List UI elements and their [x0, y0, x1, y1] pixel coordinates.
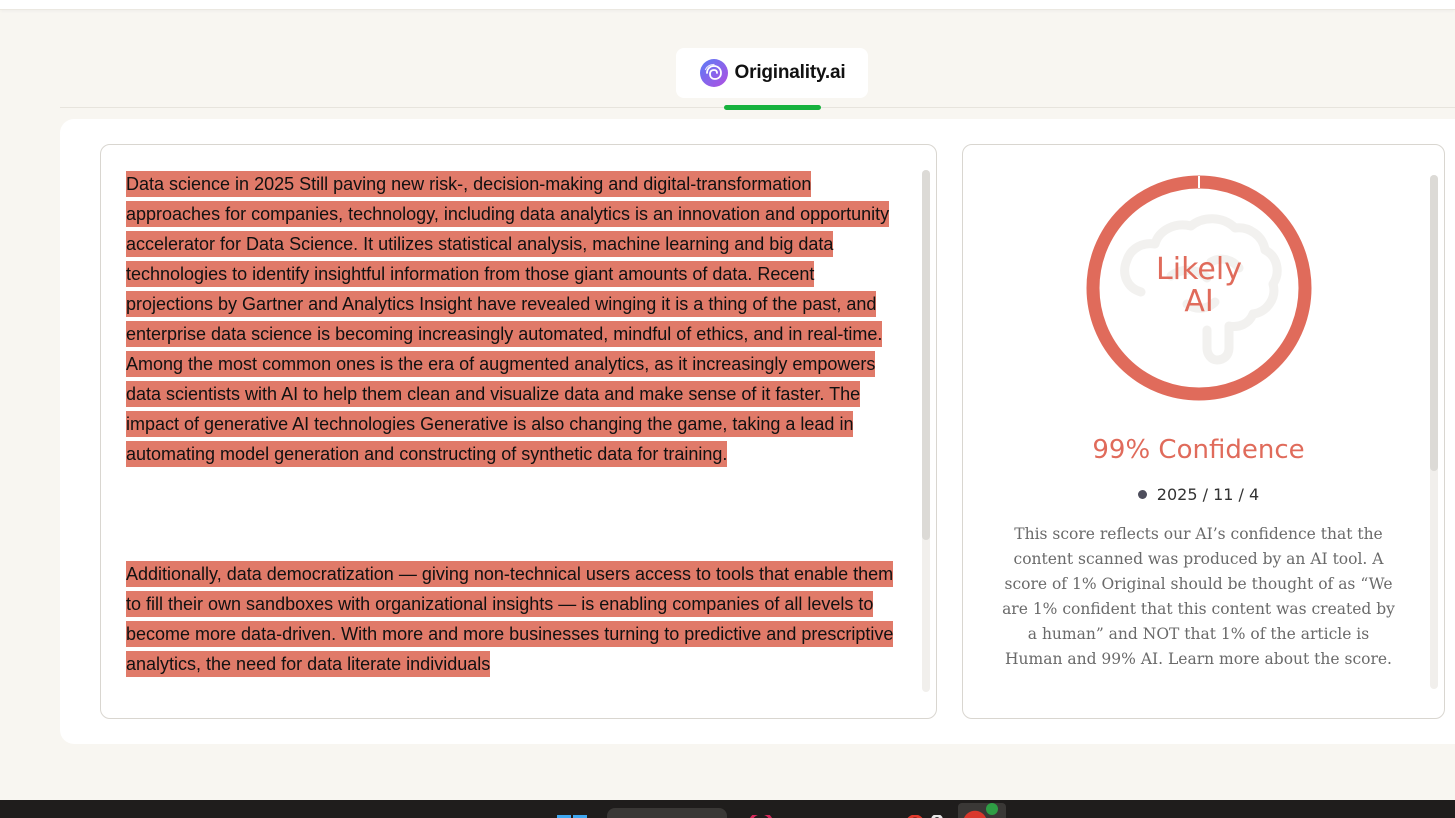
scanned-text-panel[interactable]: Data science in 2025 Still paving new ri… [100, 144, 937, 719]
active-app-icon[interactable] [958, 803, 1006, 818]
os-taskbar [0, 800, 1455, 818]
text-paragraph: Data science in 2025 Still paving new ri… [126, 169, 904, 469]
ai-highlight-paragraph-1: Data science in 2025 Still paving new ri… [126, 171, 890, 467]
result-panel: Likely AI 99% Confidence 2025 / 11 / 4 T… [962, 144, 1445, 719]
verdict-line-1: Likely [1156, 252, 1242, 287]
scan-date-row: 2025 / 11 / 4 [963, 485, 1434, 504]
result-scrollbar[interactable] [1430, 175, 1438, 689]
date-dot-icon [1137, 490, 1147, 499]
result-scrollbar-thumb[interactable] [1430, 175, 1438, 471]
browser-app-icon[interactable] [748, 809, 774, 818]
taskbar-search-box[interactable] [607, 808, 727, 818]
detector-tab-originality[interactable]: Originality.ai [676, 48, 868, 98]
text-scrollbar-thumb[interactable] [922, 170, 930, 540]
active-tab-indicator [724, 105, 821, 110]
extension-app-icon[interactable] [905, 809, 951, 818]
text-paragraph: Additionally, data democratization — giv… [126, 559, 904, 679]
confidence-score: 99% Confidence [1092, 435, 1305, 465]
verdict-line-2: AI [1184, 284, 1214, 319]
brand-name: Originality.ai [734, 62, 846, 83]
windows-start-icon[interactable] [557, 809, 587, 818]
text-scrollbar[interactable] [922, 170, 930, 692]
scan-date: 2025 / 11 / 4 [1156, 485, 1260, 504]
files-app-icon[interactable] [855, 809, 875, 818]
brain-spiral-icon [699, 59, 728, 87]
top-browser-strip [0, 0, 1455, 10]
confidence-ring: Likely AI [1083, 172, 1315, 404]
score-explanation: This score reflects our AI’s confidence … [1002, 525, 1395, 668]
scanned-text[interactable]: Data science in 2025 Still paving new ri… [126, 169, 904, 679]
verdict-label: Likely AI [1083, 254, 1315, 318]
ai-highlight-paragraph-2: Additionally, data democratization — giv… [126, 561, 894, 677]
